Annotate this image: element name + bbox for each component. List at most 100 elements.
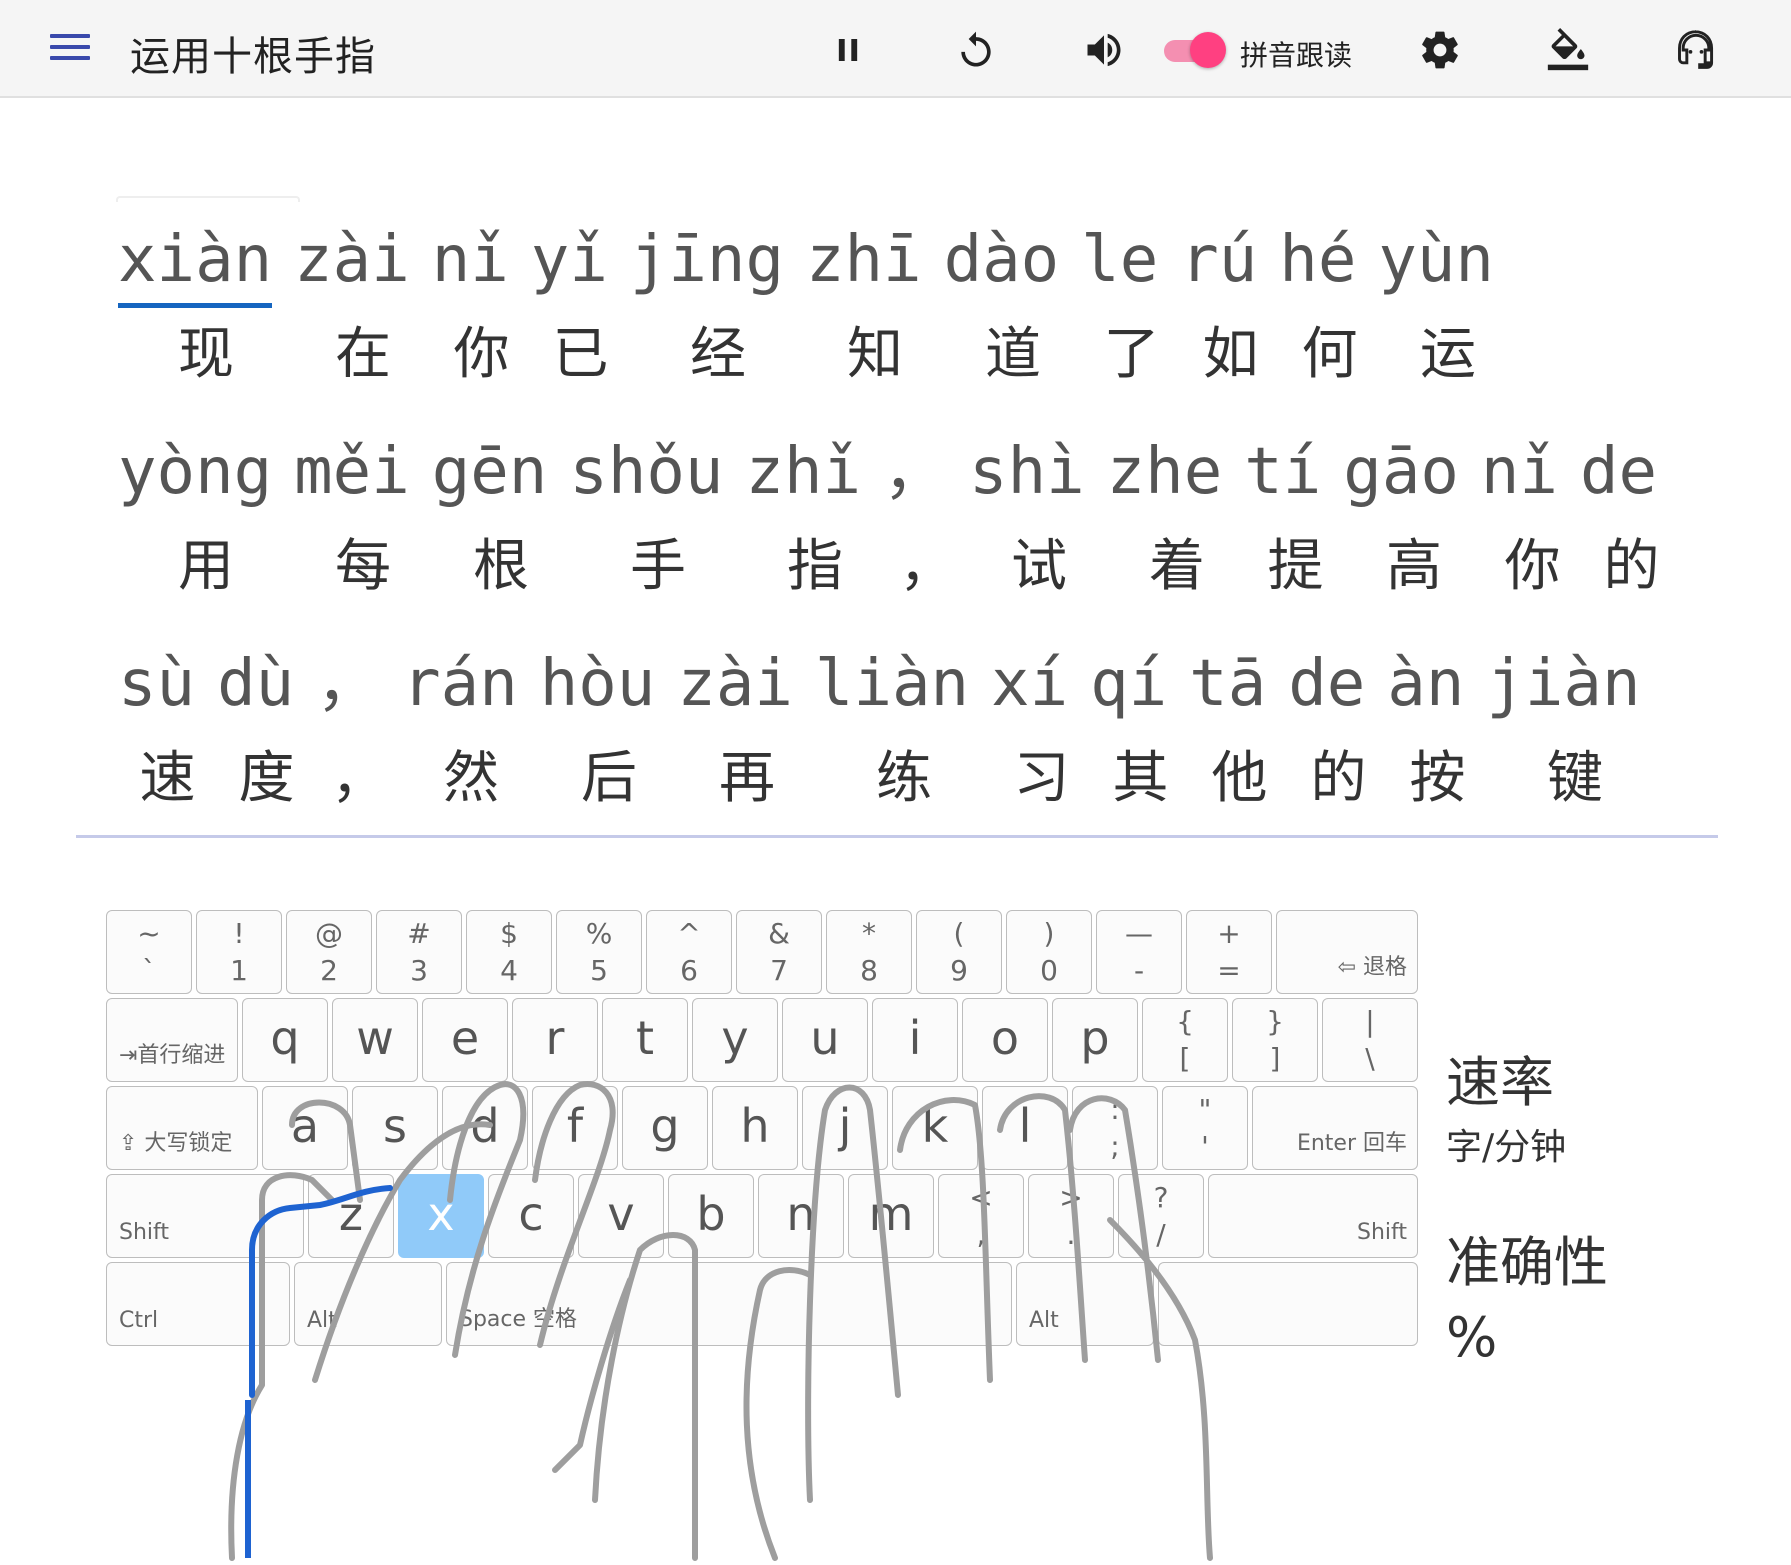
key-row1[interactable]: + = [1186,910,1272,994]
pinyin-toggle[interactable] [1160,30,1226,70]
key-label: — [1125,917,1153,950]
volume-icon[interactable] [1076,22,1132,78]
key-label: v [607,1187,635,1241]
letter-key[interactable]: n [758,1174,844,1258]
key-label: \ [1365,1042,1375,1075]
support-headset-icon[interactable] [1668,22,1724,78]
pinyin-syllable: hòu [539,647,656,721]
letter-key[interactable]: r [512,998,598,1082]
key-row1[interactable]: ) 0 [1006,910,1092,994]
key-row1[interactable]: ^ 6 [646,910,732,994]
hanzi-char: 每 [335,534,391,599]
tab-key[interactable]: ⇥首行缩进 [106,998,238,1082]
letter-key[interactable]: x [398,1174,484,1258]
key-label: j [838,1099,852,1153]
key-label: Shift [1356,1220,1407,1245]
symbol-key[interactable]: >. [1028,1174,1114,1258]
letter-key[interactable]: d [442,1086,528,1170]
letter-key[interactable]: t [602,998,688,1082]
hanzi-row: 速度 ， 然 后 再 练 习其他的按 键 [118,734,1663,824]
key-label: f [566,1099,584,1153]
pinyin-syllable: shǒu [569,435,724,509]
key-label: a [290,1099,320,1153]
key-label: n [786,1187,816,1241]
key-row1[interactable]: @2 [286,910,372,994]
key-label: Ctrl [119,1308,159,1333]
key-label: + [1217,917,1241,950]
key-row1[interactable]: ~ ` [106,910,192,994]
key-row1[interactable]: ! 1 [196,910,282,994]
key-row1[interactable]: & 7 [736,910,822,994]
symbol-key[interactable]: | \ [1322,998,1418,1082]
pinyin-syllable: de [1579,435,1657,509]
letter-key[interactable]: u [782,998,868,1082]
hanzi-char: 着 [1149,534,1205,599]
letter-key[interactable]: j [802,1086,888,1170]
symbol-key[interactable]: <, [938,1174,1024,1258]
caps-lock-key[interactable]: ⇪ 大写锁定 [106,1086,258,1170]
letter-key[interactable]: p [1052,998,1138,1082]
letter-key[interactable]: v [578,1174,664,1258]
key-row1[interactable]: % 5 [556,910,642,994]
ctrl-key[interactable]: Ctrl [106,1262,290,1346]
shift-left-key[interactable]: Shift [106,1174,304,1258]
letter-key[interactable]: z [308,1174,394,1258]
alt-left-key[interactable]: Alt [294,1262,442,1346]
backspace-key[interactable]: ⇦ 退格 [1276,910,1418,994]
letter-key[interactable]: g [622,1086,708,1170]
pinyin-syllable: zhǐ [745,435,862,509]
pause-icon[interactable] [820,22,876,78]
pinyin-syllable: nǐ [431,223,509,297]
symbol-key[interactable]: :; [1072,1086,1158,1170]
hanzi-char: 已 [552,322,609,387]
pinyin-syllable: yùn [1378,223,1494,297]
key-label: w [356,1011,394,1065]
letter-key[interactable]: q [242,998,328,1082]
key-row1[interactable]: $4 [466,910,552,994]
menu-icon[interactable] [50,34,90,66]
letter-key[interactable]: w [332,998,418,1082]
letter-key[interactable]: l [982,1086,1068,1170]
symbol-key[interactable]: ? / [1118,1174,1204,1258]
hanzi-char: 道 [985,322,1041,387]
letter-key[interactable]: h [712,1086,798,1170]
key-label: u [810,1011,840,1065]
key-row1[interactable]: * 8 [826,910,912,994]
letter-key[interactable]: b [668,1174,754,1258]
key-label: Space 空格 [459,1307,578,1332]
letter-key[interactable]: f [532,1086,618,1170]
space-key[interactable]: Space 空格 [446,1262,1012,1346]
symbol-key[interactable]: " ' [1162,1086,1248,1170]
letter-key[interactable]: m [848,1174,934,1258]
alt-right-key[interactable]: Alt [1016,1262,1154,1346]
pinyin-syllable: àn [1387,647,1465,721]
key-row1[interactable]: — - [1096,910,1182,994]
letter-key[interactable]: y [692,998,778,1082]
ctrl-right-key[interactable] [1158,1262,1418,1346]
key-row1[interactable]: #3 [376,910,462,994]
letter-key[interactable]: o [962,998,1048,1082]
theme-paint-bucket-icon[interactable] [1540,22,1596,78]
letter-key[interactable]: e [422,998,508,1082]
pinyin-syllable: de [1288,647,1366,721]
symbol-key[interactable]: {[ [1142,998,1228,1082]
key-label: t [635,1011,655,1065]
pinyin-syllable: shì [969,435,1085,509]
symbol-key[interactable]: }] [1232,998,1318,1082]
letter-key[interactable]: s [352,1086,438,1170]
restart-icon[interactable] [948,22,1004,78]
letter-key[interactable]: i [872,998,958,1082]
key-label: ~ [137,917,161,950]
hanzi-char: 提 [1267,534,1324,599]
settings-gear-icon[interactable] [1412,22,1468,78]
key-label: ! [233,917,245,950]
enter-key[interactable]: Enter 回车 [1252,1086,1418,1170]
key-row1[interactable]: (9 [916,910,1002,994]
letter-key[interactable]: c [488,1174,574,1258]
letter-key[interactable]: k [892,1086,978,1170]
shift-right-key[interactable]: Shift [1208,1174,1418,1258]
letter-key[interactable]: a [262,1086,348,1170]
hanzi-char: 经 [690,322,746,387]
key-label: # [407,917,431,950]
pinyin-row: yòng měi gēn shǒu zhǐ ， shì zhe tí gāo nǐ de [118,422,1681,522]
